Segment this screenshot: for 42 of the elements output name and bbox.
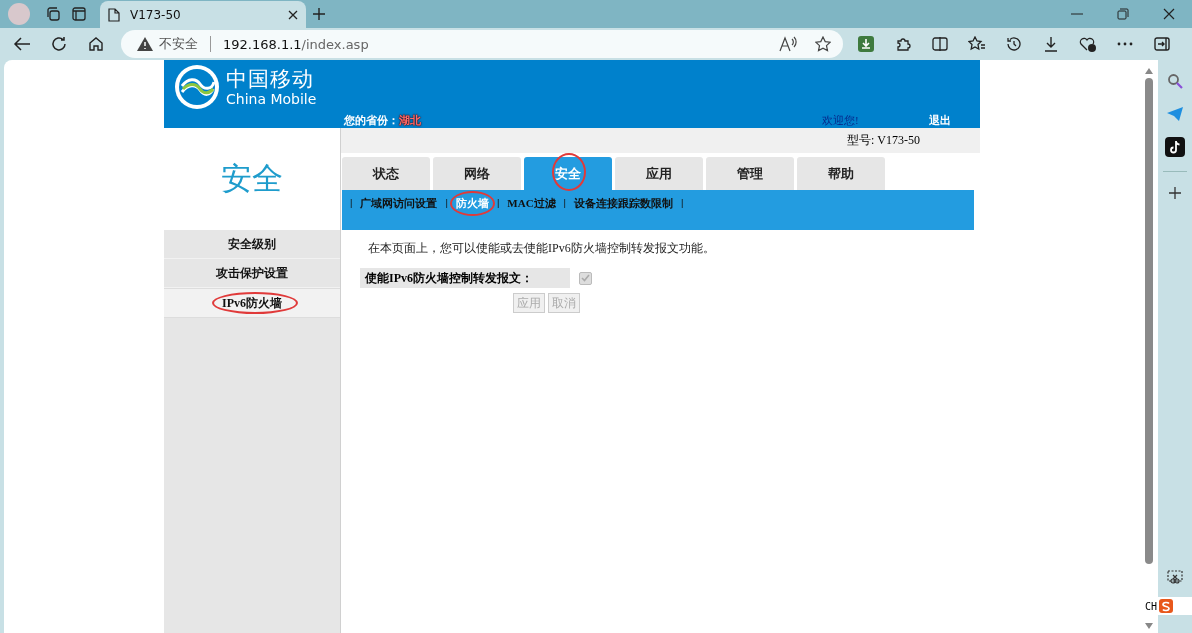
browser-tab[interactable]: V173-50	[100, 1, 306, 28]
separator-text: |	[681, 195, 684, 208]
url-host: 192.168.1.1	[223, 36, 302, 52]
nav-tab[interactable]: 管理	[706, 157, 794, 190]
nav-tab[interactable]: 帮助	[797, 157, 885, 190]
logout-link[interactable]: 退出	[928, 113, 951, 128]
read-aloud-icon[interactable]	[779, 36, 797, 52]
side-menu-item[interactable]: IPv6防火墙	[164, 288, 340, 318]
separator-text: |	[445, 195, 448, 208]
tab-title: V173-50	[130, 7, 182, 22]
section-title: 安全	[164, 128, 340, 230]
separator-text: |	[350, 195, 353, 208]
url-path: /index.asp	[301, 36, 369, 52]
field-label: 使能IPv6防火墙控制转发报文：	[360, 268, 570, 288]
nav-tab[interactable]: 应用	[615, 157, 703, 190]
nav-tab[interactable]: 网络	[433, 157, 521, 190]
input-method-icon[interactable]	[1159, 599, 1174, 613]
welcome-text: 欢迎您!	[822, 113, 859, 128]
separator-text: |	[496, 195, 500, 208]
brand-name: 中国移动	[226, 67, 315, 91]
province-label: 您的省份：	[344, 113, 399, 128]
scroll-down-icon[interactable]	[1145, 623, 1153, 629]
address-bar[interactable]: 不安全 192.168.1.1/index.asp	[121, 30, 843, 58]
input-language-label[interactable]: CH	[1145, 600, 1158, 612]
tab-close-icon[interactable]	[288, 9, 298, 20]
model-label: 型号: V173-50	[847, 132, 920, 149]
separator-text: |	[563, 195, 567, 208]
warning-icon[interactable]	[137, 37, 153, 51]
sub-nav-link[interactable]: 广域网访问设置	[358, 195, 440, 212]
side-menu-item[interactable]: 安全级别	[164, 230, 340, 259]
scrollbar-thumb[interactable]	[1145, 78, 1153, 564]
brand-name-english: China Mobile	[226, 91, 317, 107]
province-name: 湖北	[399, 113, 421, 128]
logo-icon	[174, 64, 220, 110]
star-icon[interactable]	[815, 36, 831, 52]
sub-nav-link[interactable]: MAC过滤	[505, 195, 558, 212]
music-note-icon[interactable]	[1163, 135, 1187, 159]
security-label: 不安全	[159, 35, 198, 53]
description-text: 在本页面上，您可以使能或去使能IPv6防火墙控制转发报文功能。	[368, 240, 716, 257]
nav-tab[interactable]: 状态	[342, 157, 430, 190]
sub-nav-link[interactable]: 设备连接跟踪数限制	[572, 195, 676, 212]
page-icon	[108, 7, 120, 22]
